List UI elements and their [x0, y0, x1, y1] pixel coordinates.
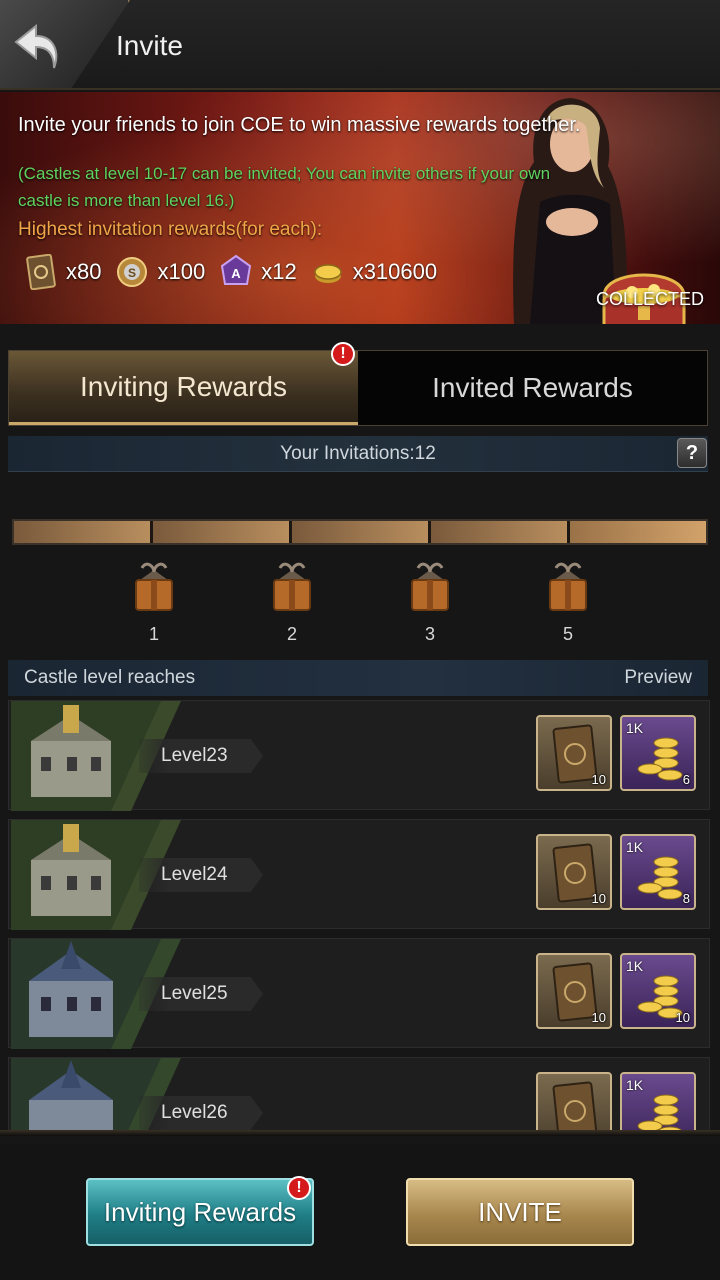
invitations-count: Your Invitations:12: [8, 436, 708, 472]
reward-book-item[interactable]: 10: [536, 715, 612, 791]
inviting-rewards-button[interactable]: Inviting Rewards: [86, 1178, 314, 1246]
reward-book-item[interactable]: [536, 1072, 612, 1130]
book-icon: [552, 1081, 598, 1130]
level-label: Level24: [139, 858, 263, 892]
reward-tabs: Inviting Rewards Invited Rewards: [8, 350, 708, 426]
castle-level-column: Castle level reaches: [24, 667, 196, 688]
preview-column: Preview: [624, 667, 692, 688]
invite-button[interactable]: INVITE: [406, 1178, 634, 1246]
tab-inviting-rewards[interactable]: Inviting Rewards: [9, 351, 358, 425]
gift-box-icon: [273, 562, 311, 611]
reward-gem: A x12: [219, 254, 297, 290]
reward-gold-item[interactable]: 1K 6: [620, 715, 696, 791]
gold-coins-icon: [637, 856, 683, 900]
gold-coins-icon: [637, 737, 683, 781]
level-label: Level23: [139, 739, 263, 773]
gift-box-icon: [411, 562, 449, 611]
gold-coin-icon: [313, 264, 342, 283]
reward-book-item[interactable]: 10: [536, 953, 612, 1029]
milestone-5[interactable]: 5: [538, 558, 598, 645]
reward-gold-item[interactable]: 1K: [620, 1072, 696, 1130]
svg-text:A: A: [232, 266, 242, 281]
alert-badge-icon: !: [331, 342, 355, 366]
milestone-3[interactable]: 3: [400, 558, 460, 645]
top-bar: Invite: [0, 0, 720, 90]
gift-box-icon: [135, 562, 173, 611]
reward-gold-item[interactable]: 1K 8: [620, 834, 696, 910]
milestone-2[interactable]: 2: [262, 558, 322, 645]
page-title: Invite: [116, 30, 183, 61]
reward-silver: S x100: [115, 254, 205, 290]
castle-level-list[interactable]: Level23 10 1K 6 Level24 10 1K 8 Level25 …: [8, 700, 710, 1130]
list-header: Castle level reaches Preview: [8, 660, 708, 696]
invite-banner: Invite your friends to join COE to win m…: [0, 92, 720, 324]
list-item: Level26 1K: [8, 1057, 710, 1130]
collected-status: COLLECTED: [595, 289, 704, 309]
svg-text:S: S: [128, 266, 136, 280]
gold-coins-icon: [637, 1094, 682, 1130]
level-label: Level26: [139, 1096, 263, 1130]
list-item: Level23 10 1K 6: [8, 700, 710, 811]
reward-card: x80: [24, 254, 101, 290]
banner-headline: Invite your friends to join COE to win m…: [18, 114, 581, 136]
reward-gold: x310600: [311, 254, 437, 290]
list-item: Level24 10 1K 8: [8, 819, 710, 930]
reward-book-item[interactable]: 10: [536, 834, 612, 910]
highest-rewards-label: Highest invitation rewards(for each):: [18, 219, 323, 240]
alert-badge-icon: !: [287, 1176, 311, 1200]
list-item: Level25 10 1K 10: [8, 938, 710, 1049]
reward-gold-item[interactable]: 1K 10: [620, 953, 696, 1029]
back-arrow-icon: [14, 23, 58, 69]
level-label: Level25: [139, 977, 263, 1011]
card-icon: [26, 254, 56, 290]
gift-box-icon: [549, 562, 587, 611]
banner-note: (Castles at level 10-17 can be invited; …: [18, 164, 551, 210]
tab-invited-rewards[interactable]: Invited Rewards: [358, 351, 707, 425]
invitation-progress-bar: [12, 519, 708, 545]
silver-coin-icon: S: [117, 257, 148, 287]
help-button[interactable]: ?: [677, 438, 707, 468]
gem-a-icon: A: [221, 254, 252, 285]
highest-rewards-list: x80 S x100 A x12 x310600: [24, 254, 451, 290]
back-button[interactable]: [0, 0, 130, 88]
milestone-1[interactable]: 1: [124, 558, 184, 645]
